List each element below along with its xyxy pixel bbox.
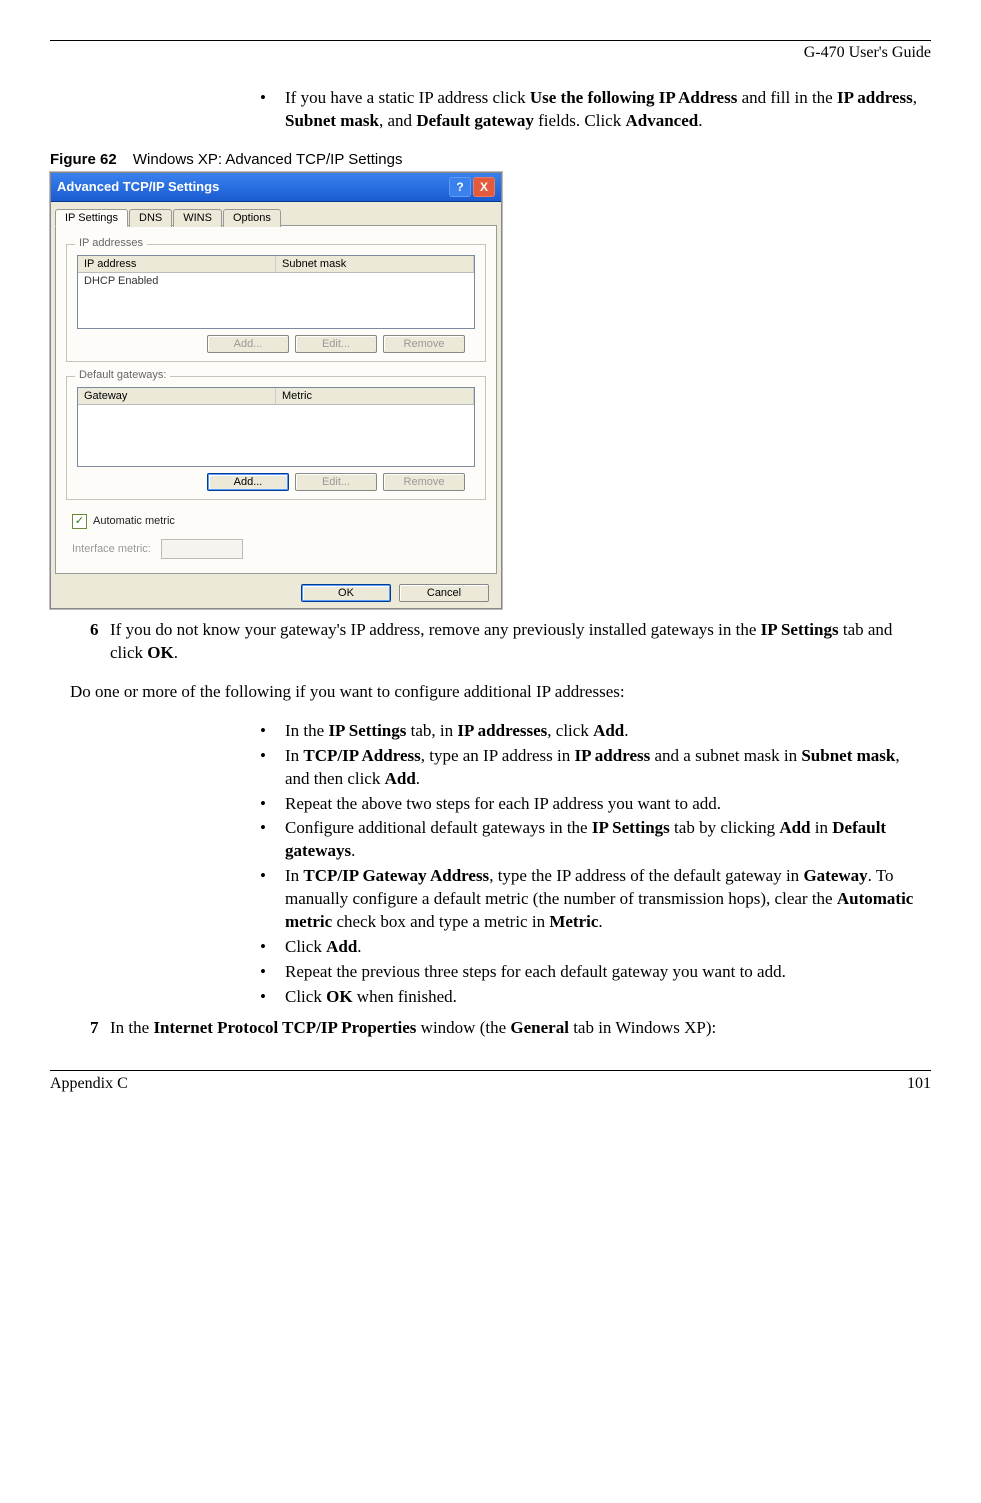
ip-col-subnet: Subnet mask [276,256,474,272]
page-footer: Appendix C 101 [50,1070,931,1093]
step-6-text: If you do not know your gateway's IP add… [110,619,911,665]
xp-window-title: Advanced TCP/IP Settings [57,179,219,194]
step-7-text: In the Internet Protocol TCP/IP Properti… [110,1017,716,1040]
group-ip-addresses: IP addresses IP address Subnet mask DHCP… [66,244,486,362]
footer-left: Appendix C [50,1075,128,1093]
guide-title: G-470 User's Guide [804,44,931,62]
tab-ip-settings[interactable]: IP Settings [55,209,128,227]
xp-tabs: IP Settings DNS WINS Options [55,209,497,227]
group-default-gateways: Default gateways: Gateway Metric Add... … [66,376,486,500]
additional-paragraph: Do one or more of the following if you w… [70,681,931,704]
ok-button[interactable]: OK [301,584,391,602]
auto-metric-checkbox[interactable]: ✓ [72,514,87,529]
group-gw-label: Default gateways: [75,369,170,381]
gw-listbox[interactable]: Gateway Metric [77,387,475,467]
ip-col-address: IP address [78,256,276,272]
tab-options[interactable]: Options [223,209,281,227]
step-7-number: 7 [90,1017,110,1040]
gw-add-button[interactable]: Add... [207,473,289,491]
ip-add-button[interactable]: Add... [207,335,289,353]
tab-wins[interactable]: WINS [173,209,222,227]
gw-col-metric: Metric [276,388,474,404]
list-item: •Repeat the previous three steps for eac… [260,961,921,984]
intro-bullet-text: If you have a static IP address click Us… [285,87,921,133]
figure-title: Windows XP: Advanced TCP/IP Settings [133,151,403,168]
step-6-number: 6 [90,619,110,665]
xp-titlebar[interactable]: Advanced TCP/IP Settings ? X [51,173,501,202]
footer-right: 101 [907,1075,931,1093]
interface-metric-input [161,539,243,559]
intro-bullet: • If you have a static IP address click … [260,87,921,133]
cancel-button[interactable]: Cancel [399,584,489,602]
xp-tabpanel: IP addresses IP address Subnet mask DHCP… [55,225,497,574]
gw-col-gateway: Gateway [78,388,276,404]
tab-dns[interactable]: DNS [129,209,172,227]
list-item: •Configure additional default gateways i… [260,817,921,863]
xp-window: Advanced TCP/IP Settings ? X IP Settings… [50,172,502,609]
close-icon[interactable]: X [473,177,495,197]
list-item: •Click Add. [260,936,921,959]
ip-listbox[interactable]: IP address Subnet mask DHCP Enabled [77,255,475,329]
header-rule [50,40,931,41]
help-icon[interactable]: ? [449,177,471,197]
auto-metric-label: Automatic metric [93,515,175,527]
bullets2-list: •In the IP Settings tab, in IP addresses… [260,720,921,1009]
list-item: •Repeat the above two steps for each IP … [260,793,921,816]
interface-metric-label: Interface metric: [72,543,151,555]
ip-remove-button[interactable]: Remove [383,335,465,353]
ip-row-dhcp[interactable]: DHCP Enabled [78,273,474,289]
auto-metric-row[interactable]: ✓ Automatic metric [72,514,486,529]
list-item: •Click OK when finished. [260,986,921,1009]
list-item: •In the IP Settings tab, in IP addresses… [260,720,921,743]
figure-number: Figure 62 [50,151,117,168]
gw-edit-button[interactable]: Edit... [295,473,377,491]
list-item: •In TCP/IP Gateway Address, type the IP … [260,865,921,934]
gw-remove-button[interactable]: Remove [383,473,465,491]
ip-edit-button[interactable]: Edit... [295,335,377,353]
figure-caption: Figure 62 Windows XP: Advanced TCP/IP Se… [50,151,931,168]
group-ip-label: IP addresses [75,237,147,249]
list-item: •In TCP/IP Address, type an IP address i… [260,745,921,791]
